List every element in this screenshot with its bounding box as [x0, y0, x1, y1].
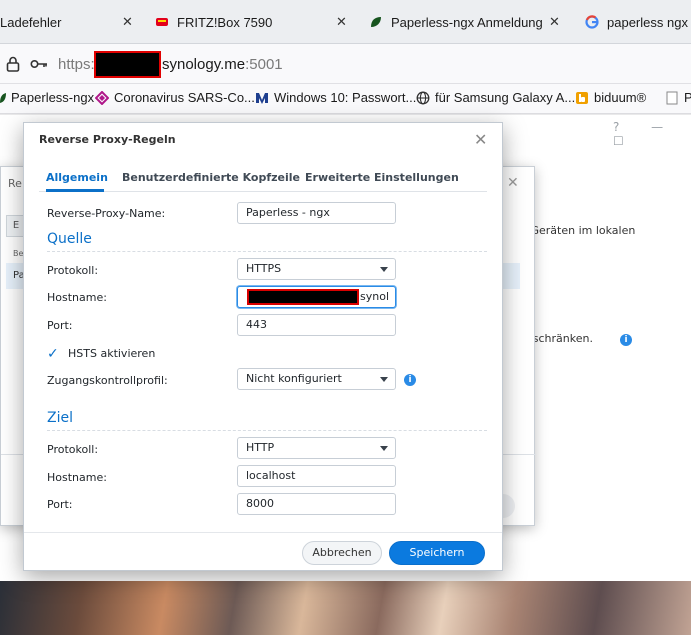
close-icon[interactable]: ✕	[507, 175, 519, 191]
source-hostname-label: Hostname:	[47, 291, 107, 304]
active-tab-indicator	[46, 189, 104, 192]
divider	[24, 532, 502, 533]
chevron-down-icon	[380, 377, 388, 382]
globe-icon	[416, 91, 430, 104]
url-bar[interactable]: https: synology.me:5001	[0, 44, 691, 84]
divider	[47, 251, 487, 252]
leaf-icon	[0, 92, 6, 103]
google-icon	[585, 15, 599, 29]
desktop-wallpaper	[0, 581, 691, 635]
close-icon[interactable]: ✕	[549, 14, 560, 30]
biduum-icon	[576, 91, 588, 104]
windows-news-icon	[256, 92, 268, 104]
close-icon[interactable]: ✕	[122, 14, 133, 30]
dialog-tabs: Allgemein Benutzerdefinierte Kopfzeile E…	[39, 164, 487, 192]
bookmark-label: Paperless-ngx	[11, 90, 95, 105]
access-profile-label: Zugangskontrollprofil:	[47, 374, 168, 387]
browser-tab-fritzbox[interactable]: FRITZ!Box 7590 ✕	[155, 0, 365, 44]
target-port-input[interactable]: 8000	[237, 493, 396, 515]
redacted-host-part	[94, 51, 161, 78]
source-protocol-select[interactable]: HTTPS	[237, 258, 396, 280]
divider	[47, 430, 487, 431]
proxy-name-label: Reverse-Proxy-Name:	[47, 207, 166, 220]
bookmark-more[interactable]: Pr	[665, 90, 691, 105]
url-host: synology.me:5001	[162, 56, 283, 73]
hsts-checkbox[interactable]: ✓	[47, 347, 61, 361]
tab-advanced[interactable]: Erweiterte Einstellungen	[305, 171, 459, 184]
redacted-hostname-part	[247, 289, 359, 305]
info-icon[interactable]: i	[620, 334, 632, 346]
source-heading: Quelle	[47, 231, 92, 247]
bookmark-label: Coronavirus SARS-Co...	[114, 90, 255, 105]
save-button[interactable]: Speichern	[389, 541, 485, 565]
dialog-title: Reverse Proxy-Regeln	[39, 133, 176, 146]
bookmark-paperless[interactable]: Paperless-ngx	[0, 90, 94, 105]
info-icon[interactable]: i	[404, 374, 416, 386]
tab-label: paperless ngx ei	[607, 14, 691, 30]
bookmark-samsung[interactable]: für Samsung Galaxy A...	[416, 90, 575, 105]
bookmark-windows[interactable]: Windows 10: Passwort...	[255, 90, 416, 105]
source-port-label: Port:	[47, 319, 73, 332]
chevron-down-icon	[380, 446, 388, 451]
url-port: :5001	[245, 56, 283, 73]
target-hostname-label: Hostname:	[47, 471, 107, 484]
select-value: HTTPS	[246, 262, 282, 275]
target-protocol-label: Protokoll:	[47, 443, 99, 456]
chevron-down-icon	[380, 267, 388, 272]
source-port-input[interactable]: 443	[237, 314, 396, 336]
leaf-icon	[371, 17, 381, 27]
column-header: Be	[13, 249, 24, 258]
bookmark-coronavirus[interactable]: Coronavirus SARS-Co...	[95, 90, 255, 105]
lock-icon[interactable]	[6, 56, 20, 72]
window-title: Re	[8, 177, 22, 190]
url-host-text: synology.me	[162, 56, 246, 73]
bookmark-label: biduum®	[594, 90, 647, 105]
browser-tab-ladefehler[interactable]: Ladefehler ✕	[0, 0, 150, 44]
close-icon[interactable]: ✕	[474, 130, 487, 149]
browser-tab-bar: Ladefehler ✕ FRITZ!Box 7590 ✕ Paperless-…	[0, 0, 691, 44]
url-scheme: https:	[58, 56, 95, 73]
fritzbox-icon	[156, 18, 168, 26]
target-protocol-select[interactable]: HTTP	[237, 437, 396, 459]
target-heading: Ziel	[47, 410, 73, 426]
tab-general[interactable]: Allgemein	[46, 171, 108, 184]
bookmark-biduum[interactable]: biduum®	[575, 90, 646, 105]
bookmarks-bar: Paperless-ngx Coronavirus SARS-Co... Win…	[0, 84, 691, 114]
reverse-proxy-dialog: Reverse Proxy-Regeln ✕ Allgemein Benutze…	[23, 122, 503, 571]
window-controls[interactable]: ? — ☐	[613, 120, 691, 148]
page-icon	[666, 91, 678, 104]
source-protocol-label: Protokoll:	[47, 264, 99, 277]
access-profile-select[interactable]: Nicht konfiguriert	[237, 368, 396, 390]
browser-tab-paperless-login[interactable]: Paperless-ngx Anmeldung ✕	[369, 0, 574, 44]
browser-tab-google[interactable]: paperless ngx ei	[585, 0, 691, 44]
cancel-button[interactable]: Abbrechen	[302, 541, 382, 565]
hostname-suffix: synol	[360, 290, 389, 303]
hsts-label: HSTS aktivieren	[68, 347, 156, 360]
tab-label: Ladefehler	[0, 14, 62, 30]
target-hostname-input[interactable]: localhost	[237, 465, 396, 487]
target-port-label: Port:	[47, 498, 73, 511]
tab-label: FRITZ!Box 7590	[177, 14, 273, 30]
tab-custom-header[interactable]: Benutzerdefinierte Kopfzeile	[122, 171, 300, 184]
diamond-icon	[95, 90, 109, 105]
source-hostname-input[interactable]: synol	[237, 286, 396, 308]
select-value: HTTP	[246, 441, 275, 454]
select-value: Nicht konfiguriert	[246, 372, 342, 385]
close-icon[interactable]: ✕	[336, 14, 347, 30]
bookmark-label: für Samsung Galaxy A...	[435, 90, 576, 105]
background-text: u Geräten im lokalen	[520, 224, 636, 237]
proxy-name-input[interactable]: Paperless - ngx	[237, 202, 396, 224]
tab-label: Paperless-ngx Anmeldung	[391, 14, 543, 30]
key-icon[interactable]	[30, 58, 48, 70]
bookmark-label: Windows 10: Passwort...	[274, 90, 417, 105]
bookmark-label: Pr	[684, 90, 691, 105]
